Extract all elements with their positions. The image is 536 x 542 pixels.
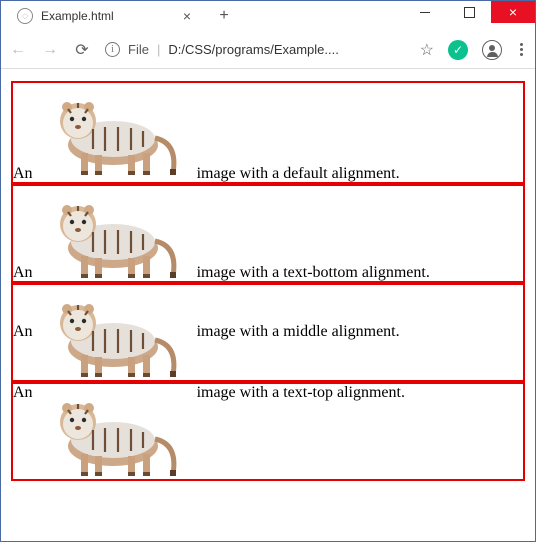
row-suffix-text: image with a middle alignment. xyxy=(193,323,400,340)
address-bar: ← → ⟳ i File | D:/CSS/programs/Example..… xyxy=(1,31,535,69)
back-button[interactable]: ← xyxy=(9,41,27,59)
example-row: An image with a text-bottom alignment. xyxy=(11,184,525,283)
page-content: An image with a default alignment.An ima… xyxy=(1,69,535,541)
row-prefix-text: An xyxy=(13,264,33,281)
row-suffix-text: image with a default alignment. xyxy=(193,165,400,182)
example-row: An image with a middle alignment. xyxy=(11,283,525,382)
menu-kebab-icon[interactable] xyxy=(516,43,527,56)
globe-icon: ◌ xyxy=(17,8,33,24)
url-scheme-label: File xyxy=(128,42,149,57)
row-prefix-text: An xyxy=(13,323,33,340)
tab-title: Example.html xyxy=(41,9,171,23)
window-controls: × xyxy=(403,1,535,23)
row-suffix-text: image with a text-top alignment. xyxy=(193,384,405,401)
reload-button[interactable]: ⟳ xyxy=(73,41,91,59)
url-path: D:/CSS/programs/Example.... xyxy=(168,42,339,57)
row-suffix-text: image with a text-bottom alignment. xyxy=(193,264,430,281)
site-info-icon[interactable]: i xyxy=(105,42,120,57)
new-tab-button[interactable]: + xyxy=(211,3,237,29)
url-display[interactable]: i File | D:/CSS/programs/Example.... xyxy=(105,42,406,57)
tiger-image xyxy=(33,285,193,380)
url-separator: | xyxy=(157,42,160,57)
browser-window: ◌ Example.html × + × ← → ⟳ i File | D:/C… xyxy=(0,0,536,542)
minimize-button[interactable] xyxy=(403,1,447,23)
example-row: An image with a default alignment. xyxy=(11,81,525,184)
row-prefix-text: An xyxy=(13,165,33,182)
row-prefix-text: An xyxy=(13,384,33,401)
close-tab-icon[interactable]: × xyxy=(179,8,195,24)
example-row: An image with a text-top alignment. xyxy=(11,382,525,481)
bookmark-star-icon[interactable]: ☆ xyxy=(420,40,434,60)
tiger-image xyxy=(33,83,193,178)
tiger-image xyxy=(33,384,193,479)
tab-strip: ◌ Example.html × + xyxy=(1,1,237,31)
profile-avatar-icon[interactable] xyxy=(482,40,502,60)
close-window-button[interactable]: × xyxy=(491,1,535,23)
maximize-button[interactable] xyxy=(447,1,491,23)
tiger-image xyxy=(33,186,193,281)
forward-button[interactable]: → xyxy=(41,41,59,59)
titlebar: ◌ Example.html × + × xyxy=(1,1,535,31)
extension-button[interactable]: ✓ xyxy=(448,40,468,60)
browser-tab[interactable]: ◌ Example.html × xyxy=(7,2,207,30)
